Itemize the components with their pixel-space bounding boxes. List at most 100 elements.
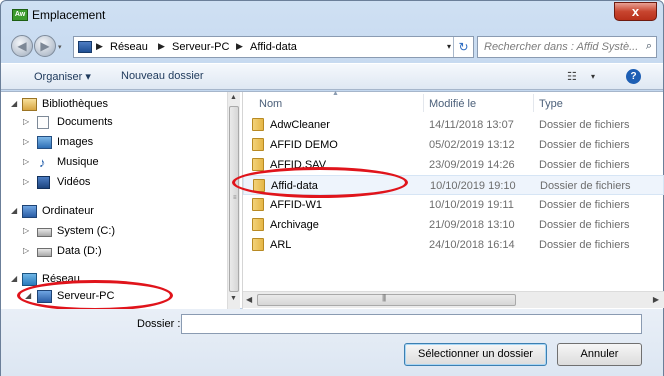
file-type: Dossier de fichiers (539, 199, 630, 211)
tree-item-label: Bibliothèques (42, 98, 109, 110)
search-placeholder: Rechercher dans : Affid Systè... (484, 41, 639, 53)
breadcrumb-separator-icon[interactable]: ▶ (236, 41, 243, 52)
scrollbar-grip-icon: ≡ (233, 195, 237, 201)
file-modified: 24/10/2018 16:14 (429, 239, 515, 251)
tree-item-label: Serveur-PC (57, 290, 115, 302)
drive-icon (37, 228, 52, 237)
file-row[interactable]: ARL 24/10/2018 16:14 Dossier de fichiers (243, 235, 664, 255)
expand-arrow-icon[interactable]: ▷ (23, 246, 29, 255)
folder-icon (252, 158, 264, 171)
window-title: Emplacement (32, 8, 106, 22)
cancel-button[interactable]: Annuler (557, 343, 642, 366)
folder-icon (252, 238, 264, 251)
file-name: AFFID DEMO (270, 139, 338, 151)
horizontal-scrollbar[interactable]: ◀ ||| ▶ (243, 291, 664, 308)
navigation-scrollbar[interactable]: ▲ ≡ ▼ (227, 92, 240, 309)
address-dropdown-icon[interactable]: ▾ (447, 42, 451, 51)
folder-input[interactable] (181, 314, 642, 334)
file-name: Affid-data (271, 180, 318, 192)
file-modified: 14/11/2018 13:07 (429, 119, 514, 131)
file-row[interactable]: AFFID DEMO 05/02/2019 13:12 Dossier de f… (243, 135, 664, 155)
tree-item-label: Ordinateur (42, 205, 94, 217)
search-box[interactable]: Rechercher dans : Affid Systè... ⌕ (477, 36, 657, 58)
file-type: Dossier de fichiers (539, 159, 630, 171)
recent-locations-arrow-icon[interactable]: ▾ (58, 43, 62, 51)
file-type: Dossier de fichiers (540, 180, 631, 192)
collapse-arrow-icon[interactable]: ◢ (11, 206, 17, 215)
file-row[interactable]: AFFID-W1 10/10/2019 19:11 Dossier de fic… (243, 195, 664, 215)
tree-item-label: Documents (57, 116, 113, 128)
tree-item-label: System (C:) (57, 225, 116, 237)
select-folder-button[interactable]: Sélectionner un dossier (404, 343, 547, 366)
file-name: AFFID.SAV (270, 159, 327, 171)
expand-arrow-icon[interactable]: ▷ (23, 157, 29, 166)
scroll-right-arrow-icon[interactable]: ▶ (653, 295, 659, 304)
column-header-type[interactable]: Type (539, 92, 659, 114)
file-row[interactable]: AdwCleaner 14/11/2018 13:07 Dossier de f… (243, 115, 664, 135)
file-type: Dossier de fichiers (539, 119, 630, 131)
scroll-up-arrow-icon[interactable]: ▲ (230, 94, 237, 101)
column-header-name[interactable]: Nom ▲ (259, 90, 409, 114)
drive-icon (37, 248, 52, 257)
dialog-window: Aw Emplacement x ◀ ▶ ▾ ▶ Réseau ▶ Serveu… (0, 0, 664, 376)
column-divider[interactable] (423, 94, 424, 112)
file-type: Dossier de fichiers (539, 139, 630, 151)
file-modified: 05/02/2019 13:12 (429, 139, 515, 151)
scrollbar-grip-icon: ||| (382, 293, 386, 302)
documents-icon (37, 116, 49, 129)
title-bar: Aw Emplacement x (1, 1, 663, 29)
server-pc-icon (37, 290, 52, 303)
address-bar[interactable]: ▶ Réseau ▶ Serveur-PC ▶ Affid-data ▾ ↻ (73, 36, 474, 58)
images-icon (37, 136, 52, 149)
tree-item-label: Data (D:) (57, 245, 102, 257)
breadcrumb-affid-data[interactable]: Affid-data (250, 41, 297, 53)
collapse-arrow-icon[interactable]: ◢ (11, 99, 17, 108)
breadcrumb-serveur-pc[interactable]: Serveur-PC (172, 41, 229, 53)
collapse-arrow-icon[interactable]: ◢ (11, 274, 17, 283)
network-computer-icon (78, 41, 92, 53)
file-row[interactable]: Archivage 21/09/2018 13:10 Dossier de fi… (243, 215, 664, 235)
expand-arrow-icon[interactable]: ▷ (23, 226, 29, 235)
sort-ascending-icon: ▲ (332, 90, 339, 97)
computer-icon (22, 205, 37, 218)
file-row-selected[interactable]: Affid-data 10/10/2019 19:10 Dossier de f… (243, 175, 664, 195)
view-dropdown-icon[interactable]: ▾ (591, 72, 595, 81)
folder-icon (252, 218, 264, 231)
back-button[interactable]: ◀ (11, 35, 33, 57)
expand-arrow-icon[interactable]: ▷ (23, 137, 29, 146)
column-divider[interactable] (533, 94, 534, 112)
expand-arrow-icon[interactable]: ▷ (23, 177, 29, 186)
collapse-arrow-icon[interactable]: ◢ (25, 291, 31, 300)
scrollbar-thumb[interactable]: ||| (257, 293, 516, 306)
breadcrumb-separator-icon[interactable]: ▶ (158, 41, 165, 52)
folder-icon (252, 138, 264, 151)
file-type: Dossier de fichiers (539, 239, 630, 251)
scrollbar-thumb[interactable]: ≡ (229, 106, 239, 292)
expand-arrow-icon[interactable]: ▷ (23, 117, 29, 126)
file-modified: 23/09/2019 14:26 (429, 159, 515, 171)
scroll-down-arrow-icon[interactable]: ▼ (230, 295, 237, 302)
navigation-bar: ◀ ▶ ▾ ▶ Réseau ▶ Serveur-PC ▶ Affid-data… (1, 31, 663, 61)
file-modified: 21/09/2018 13:10 (429, 219, 515, 231)
file-name: ARL (270, 239, 292, 251)
column-header-modified[interactable]: Modifié le (429, 92, 529, 114)
new-folder-button[interactable]: Nouveau dossier (121, 70, 204, 82)
tree-item-label: Réseau (42, 273, 80, 285)
tree-item-label: Musique (57, 156, 99, 168)
organize-button[interactable]: Organiser ▾ (34, 70, 91, 83)
folder-icon (252, 198, 264, 211)
file-name: Archivage (270, 219, 319, 231)
forward-button[interactable]: ▶ (34, 35, 56, 57)
search-icon[interactable]: ⌕ (646, 40, 652, 53)
close-button[interactable]: x (614, 2, 657, 21)
folder-label: Dossier : (137, 318, 181, 330)
breadcrumb-reseau[interactable]: Réseau (110, 41, 148, 53)
file-row[interactable]: AFFID.SAV 23/09/2019 14:26 Dossier de fi… (243, 155, 664, 175)
scroll-left-arrow-icon[interactable]: ◀ (246, 295, 252, 304)
refresh-button[interactable]: ↻ (453, 37, 473, 57)
breadcrumb-separator-icon[interactable]: ▶ (96, 41, 103, 52)
folder-icon (253, 179, 265, 192)
file-type: Dossier de fichiers (539, 219, 630, 231)
view-options-icon[interactable]: ☷ (567, 70, 577, 83)
help-icon[interactable]: ? (626, 69, 641, 84)
